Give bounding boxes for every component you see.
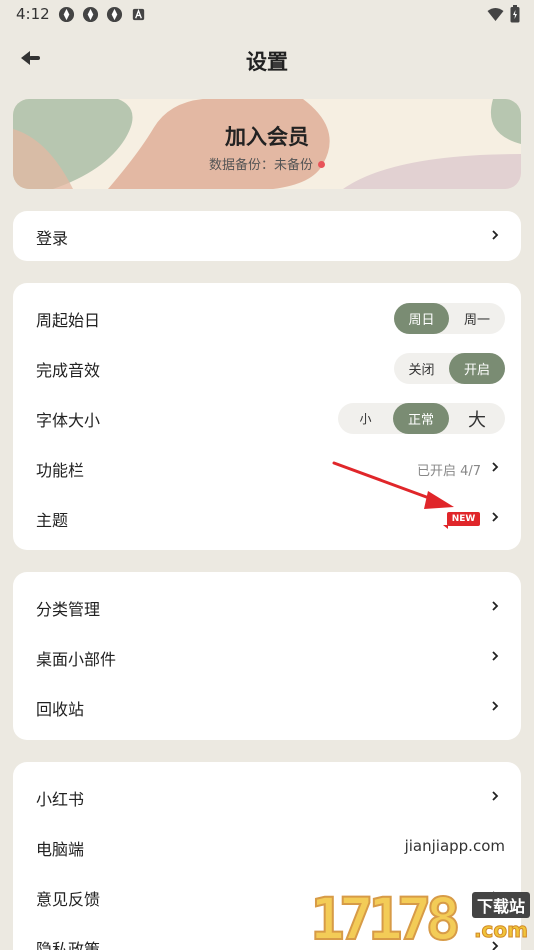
member-banner[interactable]: 加入会员 数据备份：未备份 — [13, 99, 521, 189]
app-icon — [106, 6, 123, 23]
status-time: 4:12 — [16, 5, 50, 23]
week-start-toggle: 周日 周一 — [394, 303, 505, 334]
chevron-right-icon — [492, 651, 499, 661]
backup-status: 数据备份：未备份 — [13, 154, 521, 173]
app-icon — [82, 6, 99, 23]
watermark: 17178 下载站 .com — [309, 884, 534, 950]
annotation-arrow-icon — [332, 461, 454, 509]
recycle-bin-row[interactable]: 回收站 — [13, 682, 521, 732]
chevron-right-icon — [492, 462, 499, 472]
backup-status-text: 数据备份：未备份 — [208, 158, 313, 173]
notification-icons — [58, 6, 147, 23]
login-card: 登录 — [13, 211, 521, 261]
font-size-toggle: 小 正常 大 — [338, 403, 505, 434]
week-start-row: 周起始日 周日 周一 — [13, 293, 521, 343]
a-icon — [132, 8, 145, 21]
font-size-label: 字体大小 — [36, 411, 101, 430]
desktop-row[interactable]: 电脑端 jianjiapp.com — [13, 822, 521, 872]
watermark-number: 17178 — [309, 885, 462, 950]
status-dot-icon — [318, 161, 325, 168]
chevron-right-icon — [492, 601, 499, 611]
option-monday[interactable]: 周一 — [449, 303, 505, 334]
option-on[interactable]: 开启 — [449, 353, 505, 384]
chevron-right-icon — [492, 512, 499, 522]
toolbar-label: 功能栏 — [36, 461, 85, 480]
option-off[interactable]: 关闭 — [394, 353, 449, 384]
completion-sound-row: 完成音效 关闭 开启 — [13, 343, 521, 393]
app-icon — [58, 6, 75, 23]
font-size-row: 字体大小 小 正常 大 — [13, 393, 521, 443]
member-title: 加入会员 — [225, 125, 309, 149]
category-manage-row[interactable]: 分类管理 — [13, 582, 521, 632]
completion-sound-label: 完成音效 — [36, 361, 101, 380]
login-label: 登录 — [36, 229, 69, 248]
feedback-label: 意见反馈 — [36, 890, 101, 909]
category-manage-label: 分类管理 — [36, 600, 101, 619]
watermark-domain: .com — [473, 918, 528, 943]
recycle-bin-label: 回收站 — [36, 700, 85, 719]
xiaohongshu-label: 小红书 — [36, 790, 85, 809]
manage-card: 分类管理 桌面小部件 回收站 — [13, 572, 521, 740]
completion-sound-toggle: 关闭 开启 — [394, 353, 505, 384]
chevron-right-icon — [492, 791, 499, 801]
widget-label: 桌面小部件 — [36, 650, 117, 669]
chevron-right-icon — [492, 230, 499, 240]
desktop-url: jianjiapp.com — [404, 837, 505, 855]
status-bar: 4:12 — [0, 0, 534, 28]
privacy-label: 隐私政策 — [36, 940, 101, 950]
widget-row[interactable]: 桌面小部件 — [13, 632, 521, 682]
option-sunday[interactable]: 周日 — [394, 303, 449, 334]
option-small[interactable]: 小 — [338, 403, 393, 434]
option-normal[interactable]: 正常 — [393, 403, 449, 434]
system-icons — [487, 5, 520, 23]
week-start-label: 周起始日 — [36, 311, 101, 330]
wifi-icon — [487, 7, 504, 21]
watermark-text: 下载站 — [471, 892, 530, 918]
battery-icon — [510, 5, 520, 23]
login-row[interactable]: 登录 — [13, 211, 521, 261]
theme-label: 主题 — [36, 511, 69, 530]
option-large[interactable]: 大 — [449, 403, 505, 434]
xiaohongshu-row[interactable]: 小红书 — [13, 772, 521, 822]
chevron-right-icon — [492, 701, 499, 711]
page-title: 设置 — [246, 50, 288, 74]
desktop-label: 电脑端 — [36, 840, 85, 859]
